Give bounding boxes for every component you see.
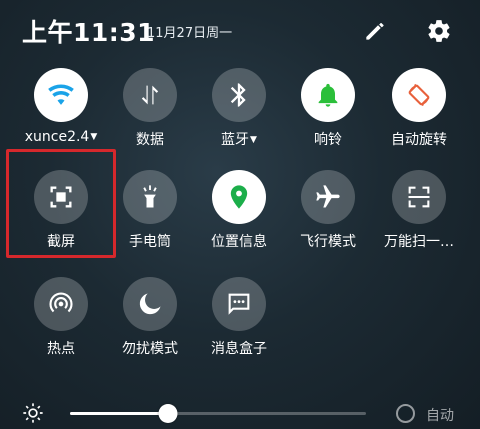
- tile-label: 热点: [47, 341, 75, 357]
- tile-label: 蓝牙: [221, 132, 250, 148]
- tile-label: 手电筒: [129, 234, 171, 250]
- bluetooth-icon: [212, 68, 266, 122]
- bell-icon: [301, 68, 355, 122]
- rotate-icon: [392, 68, 446, 122]
- tile-message-box[interactable]: 消息盒子: [193, 277, 285, 377]
- tile-hotspot[interactable]: 热点: [15, 277, 107, 377]
- tile-label: 位置信息: [211, 234, 267, 250]
- auto-brightness-checkbox[interactable]: [396, 404, 415, 423]
- data-arrows-icon: [123, 68, 177, 122]
- date-label: 11月27日周一: [147, 26, 233, 41]
- highlight-box: [6, 149, 116, 258]
- tile-label: 数据: [136, 132, 164, 148]
- tile-label: 勿扰模式: [122, 341, 178, 357]
- tile-scan[interactable]: 万能扫一…: [373, 170, 465, 270]
- tile-location[interactable]: 位置信息: [193, 170, 285, 270]
- brightness-fill: [70, 412, 168, 415]
- pencil-icon[interactable]: [361, 17, 389, 45]
- flashlight-icon: [123, 170, 177, 224]
- wifi-icon: [34, 68, 88, 122]
- tile-data[interactable]: 数据: [104, 68, 196, 168]
- brightness-icon: [22, 402, 44, 424]
- tile-label: 万能扫一…: [384, 234, 454, 250]
- tile-auto-rotate[interactable]: 自动旋转: [373, 68, 465, 168]
- hotspot-icon: [34, 277, 88, 331]
- chevron-down-icon[interactable]: ▼: [90, 132, 97, 142]
- tile-do-not-disturb[interactable]: 勿扰模式: [104, 277, 196, 377]
- status-bar: 上午11:31 11月27日周一: [0, 0, 480, 64]
- tile-label: 消息盒子: [211, 341, 267, 357]
- tile-label: 自动旋转: [391, 132, 447, 148]
- tile-label: xunce2.4: [24, 129, 90, 145]
- location-icon: [212, 170, 266, 224]
- gear-icon[interactable]: [425, 17, 453, 45]
- scan-icon: [392, 170, 446, 224]
- tile-label: 飞行模式: [300, 234, 356, 250]
- clock: 上午11:31: [22, 18, 156, 47]
- brightness-bar: 自动: [0, 390, 480, 429]
- tile-airplane[interactable]: 飞行模式: [282, 170, 374, 270]
- tile-flashlight[interactable]: 手电筒: [104, 170, 196, 270]
- tile-bluetooth[interactable]: 蓝牙▼: [193, 68, 285, 168]
- airplane-icon: [301, 170, 355, 224]
- brightness-slider[interactable]: [70, 404, 366, 423]
- brightness-slider-thumb[interactable]: [158, 404, 178, 423]
- tile-ringer[interactable]: 响铃: [282, 68, 374, 168]
- chevron-down-icon[interactable]: ▼: [250, 135, 257, 145]
- auto-brightness-label: 自动: [426, 408, 454, 424]
- message-icon: [212, 277, 266, 331]
- tile-label: 响铃: [314, 132, 342, 148]
- moon-icon: [123, 277, 177, 331]
